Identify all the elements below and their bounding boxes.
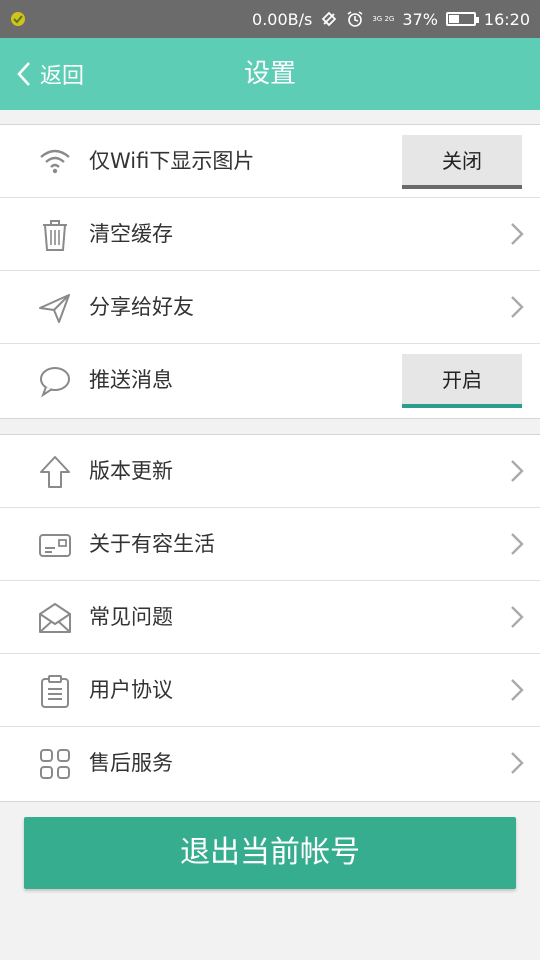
setting-row-agreement[interactable]: 用户协议: [0, 654, 540, 727]
card-icon: [39, 534, 71, 557]
chevron-right-icon: [511, 533, 524, 555]
clipboard-icon: [41, 675, 69, 708]
setting-row-after-sales[interactable]: 售后服务: [0, 727, 540, 800]
setting-row-share[interactable]: 分享给好友: [0, 271, 540, 344]
setting-row-about[interactable]: 关于有容生活: [0, 508, 540, 581]
signal-off-icon: [322, 11, 337, 27]
back-label: 返回: [40, 64, 85, 89]
chevron-right-icon: [511, 460, 524, 482]
chevron-right-icon: [511, 223, 524, 245]
battery-percent: 37%: [402, 9, 438, 29]
setting-label: 售后服务: [89, 751, 173, 775]
chat-bubble-icon: [40, 367, 70, 398]
settings-group-about: 版本更新 关于有容生活 常见问题 用户协议 售后服务: [0, 434, 540, 802]
chevron-right-icon: [511, 679, 524, 701]
status-bar: 0.00B/s 3G 2G 37% 16:20: [0, 0, 540, 38]
setting-row-faq[interactable]: 常见问题: [0, 581, 540, 654]
envelope-icon: [39, 603, 71, 633]
arrow-up-icon: [40, 456, 70, 488]
setting-row-update[interactable]: 版本更新: [0, 435, 540, 508]
setting-label: 常见问题: [89, 605, 173, 629]
setting-label: 推送消息: [89, 368, 173, 392]
network-signal-indicator: 3G 2G: [372, 15, 395, 23]
setting-label: 仅Wifi下显示图片: [89, 149, 255, 173]
push-toggle[interactable]: 开启: [402, 354, 522, 408]
network-speed: 0.00B/s: [252, 9, 313, 29]
chevron-right-icon: [511, 606, 524, 628]
battery-icon: [445, 12, 479, 26]
setting-row-wifi-images: 仅Wifi下显示图片 关闭: [0, 125, 540, 198]
clock: 16:20: [483, 9, 530, 29]
setting-label: 分享给好友: [89, 295, 194, 319]
share-icon: [39, 294, 70, 323]
settings-group-general: 仅Wifi下显示图片 关闭 清空缓存 分享给好友 推送消息 开启: [0, 124, 540, 419]
setting-label: 版本更新: [89, 459, 173, 483]
grid-icon: [40, 749, 70, 779]
chevron-left-icon: [17, 62, 30, 86]
app-header: 返回 设置: [0, 38, 540, 110]
chevron-right-icon: [511, 752, 524, 774]
app-notification-icon: [11, 12, 25, 26]
wifi-icon: [40, 149, 70, 174]
wifi-images-toggle[interactable]: 关闭: [402, 135, 522, 189]
setting-label: 清空缓存: [89, 222, 173, 246]
setting-row-push: 推送消息 开启: [0, 344, 540, 417]
alarm-icon: [347, 11, 363, 27]
chevron-right-icon: [511, 296, 524, 318]
setting-label: 关于有容生活: [89, 532, 215, 556]
setting-label: 用户协议: [89, 678, 173, 702]
trash-icon: [43, 220, 67, 251]
setting-row-clear-cache[interactable]: 清空缓存: [0, 198, 540, 271]
logout-button[interactable]: 退出当前帐号: [24, 817, 516, 889]
back-button[interactable]: 返回: [16, 38, 84, 110]
